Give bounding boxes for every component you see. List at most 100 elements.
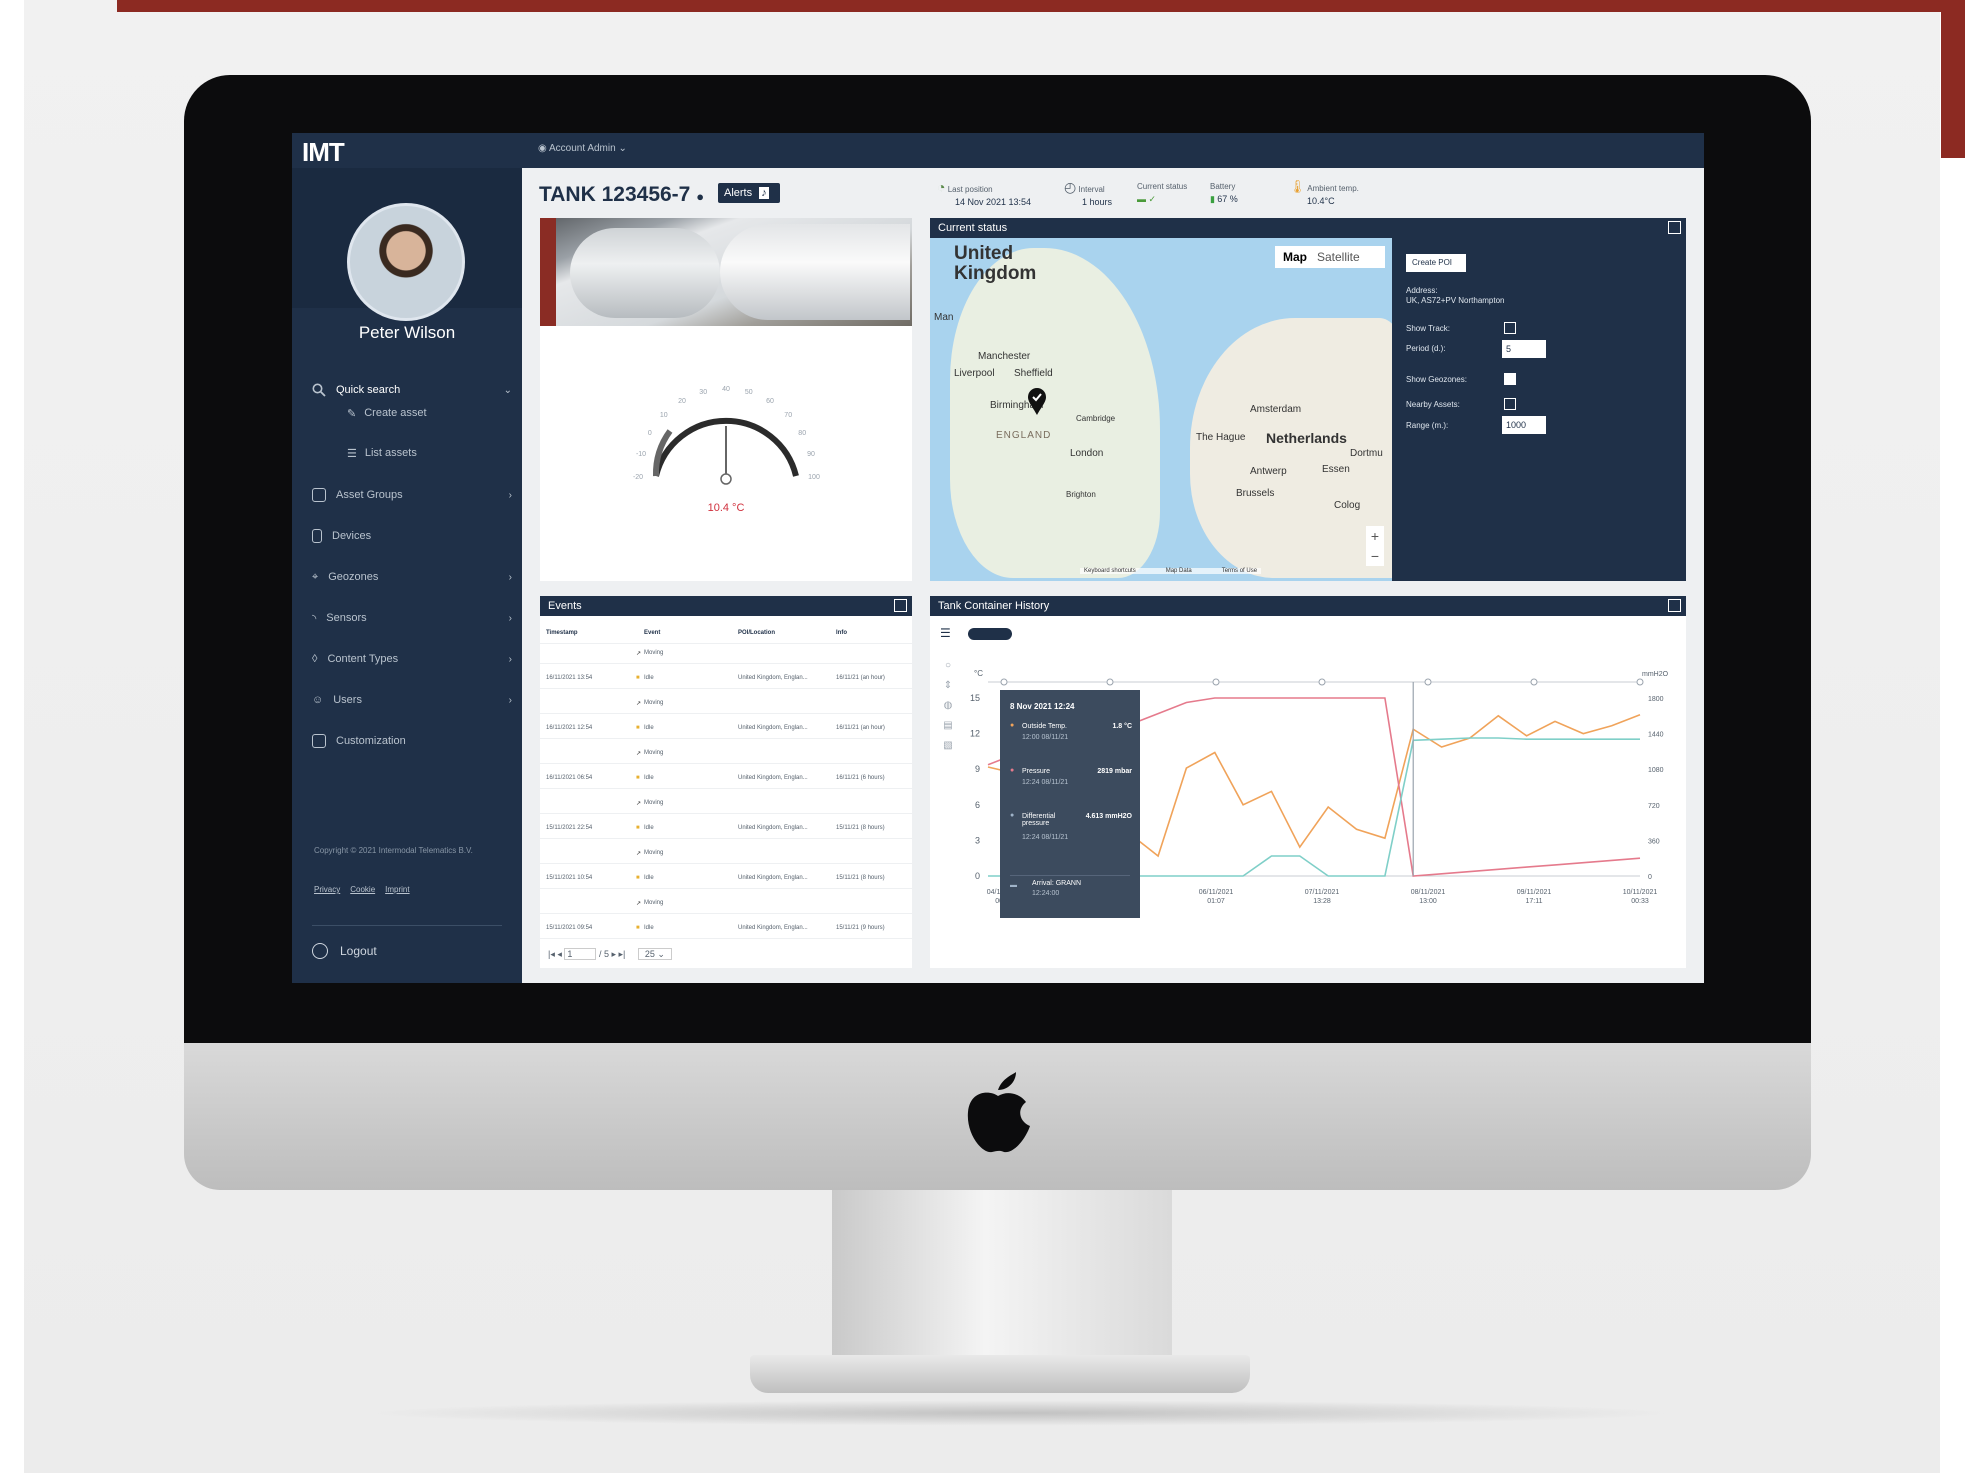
logout-button[interactable]: Logout xyxy=(312,943,377,959)
table-row[interactable]: Moving ↗ xyxy=(540,744,912,764)
column-header[interactable]: Event xyxy=(644,630,660,636)
sidebar-item-customization[interactable]: Customization xyxy=(312,729,512,753)
sidebar-item-list-assets[interactable]: ☰ List assets xyxy=(347,442,517,464)
table-row[interactable]: Moving ↗ xyxy=(540,644,912,664)
create-poi-button[interactable]: Create POI ⌖ xyxy=(1406,254,1466,285)
menu-icon[interactable]: ☰ xyxy=(940,626,951,640)
column-header[interactable]: Timestamp xyxy=(546,630,578,636)
table-row[interactable]: Moving ↗ xyxy=(540,694,912,714)
expand-icon[interactable] xyxy=(1668,221,1681,234)
terms-link[interactable]: Terms of Use xyxy=(1222,568,1257,574)
table-row[interactable]: 16/11/2021 13:54 Idle United Kingdom, Engl… xyxy=(540,669,912,689)
column-header[interactable]: POI/Location xyxy=(738,630,775,636)
cell-info: 15/11/21 (9 hours) xyxy=(836,925,885,931)
series-marker-icon: ● xyxy=(1010,812,1015,819)
map[interactable]: United Kingdom Man Manchester Liverpool … xyxy=(930,238,1392,581)
cell-location: United Kingdom, Englan... xyxy=(738,925,808,931)
idle-icon: ■ xyxy=(636,775,640,781)
prev-page-button[interactable]: ◂ xyxy=(557,949,562,959)
map-label: Brussels xyxy=(1236,488,1275,499)
app-logo[interactable]: IMT xyxy=(302,137,345,168)
nearby-assets-label: Nearby Assets: xyxy=(1406,400,1460,409)
cell-event: Moving xyxy=(644,850,664,856)
info-icon[interactable]: ● xyxy=(696,189,704,204)
table-row[interactable]: 16/11/2021 12:54 Idle United Kingdom, Engl… xyxy=(540,719,912,739)
tooltip-footer-label: Arrival: GRANN xyxy=(1032,880,1082,887)
table-row[interactable]: 15/11/2021 10:54 Idle United Kingdom, Engl… xyxy=(540,869,912,889)
idle-icon: ■ xyxy=(636,875,640,881)
tooltip-value: 2819 mbar xyxy=(1097,768,1132,775)
table-row[interactable]: 15/11/2021 22:54 Idle United Kingdom, Engl… xyxy=(540,819,912,839)
zoom-out-button[interactable]: − xyxy=(1366,546,1384,566)
tank-frame xyxy=(540,218,556,326)
zoom-in-button[interactable]: + xyxy=(1366,526,1384,546)
map-label: London xyxy=(1070,448,1104,459)
navigator-handle xyxy=(1424,678,1432,686)
account-menu[interactable]: ◉ Account Admin ⌄ xyxy=(538,143,627,154)
page-input[interactable]: 1 xyxy=(564,948,597,960)
map-data-link[interactable]: Map Data xyxy=(1166,568,1192,574)
stat-label: Interval xyxy=(1078,185,1105,194)
satellite-button[interactable]: Satellite xyxy=(1317,250,1360,264)
temperature-gauge: -20 -10 0 10 20 30 40 50 60 70 80 90 100 10.4 °C xyxy=(633,386,820,514)
sidebar-item-asset-groups[interactable]: Asset Groups › xyxy=(312,483,512,507)
y-tick-label: 6 xyxy=(975,800,980,810)
keyboard-shortcuts-link[interactable]: Keyboard shortcuts xyxy=(1084,568,1136,574)
map-label: ENGLAND xyxy=(996,430,1052,441)
cell-event: Idle xyxy=(644,675,654,681)
period-input[interactable]: 5 xyxy=(1502,340,1546,358)
column-header[interactable]: Info xyxy=(836,630,847,636)
cell-location: United Kingdom, Englan... xyxy=(738,725,808,731)
show-track-checkbox[interactable] xyxy=(1504,322,1516,334)
gauge-tick-label: 50 xyxy=(745,389,753,396)
table-row[interactable]: 16/11/2021 06:54 Idle United Kingdom, Engl… xyxy=(540,769,912,789)
navigator-handle xyxy=(1106,678,1114,686)
gauge-tick-label: 80 xyxy=(798,430,806,437)
last-page-button[interactable]: ▸| xyxy=(619,949,626,959)
page-size-select[interactable]: 25 ⌄ xyxy=(637,948,672,960)
cell-event: Moving xyxy=(644,900,664,906)
expand-icon[interactable] xyxy=(1668,599,1681,612)
imprint-link[interactable]: Imprint xyxy=(385,885,409,894)
first-page-button[interactable]: |◂ xyxy=(548,949,555,959)
sidebar-item-content-types[interactable]: ◊ Content Types › xyxy=(312,647,512,671)
tooltip-label: Differential pressure xyxy=(1022,813,1056,827)
alerts-button[interactable]: Alerts ♪ xyxy=(718,183,780,203)
gauge-tick-label: 60 xyxy=(766,398,774,405)
map-label: Dortmu xyxy=(1350,448,1383,459)
map-button[interactable]: Map xyxy=(1283,250,1307,264)
chart-toggle[interactable] xyxy=(968,628,1012,640)
asset-photo xyxy=(540,218,912,326)
nearby-assets-checkbox[interactable] xyxy=(1504,398,1516,410)
sidebar-item-users[interactable]: ☺ Users › xyxy=(312,688,512,712)
gauge-tick-label: 90 xyxy=(807,451,815,458)
table-row[interactable]: Moving ↗ xyxy=(540,794,912,814)
map-land-uk xyxy=(950,248,1160,578)
top-navbar: ◉ Account Admin ⌄ xyxy=(522,133,1704,168)
moving-icon: ↗ xyxy=(636,751,642,757)
table-row[interactable]: 15/11/2021 09:54 Idle United Kingdom, Engl… xyxy=(540,919,912,939)
privacy-link[interactable]: Privacy xyxy=(314,885,340,894)
y-right-tick-label: 0 xyxy=(1648,874,1652,881)
avatar[interactable] xyxy=(347,203,465,321)
map-pin-icon[interactable] xyxy=(1026,388,1048,416)
x-tick-label: 10/11/2021 00:33 xyxy=(1623,889,1658,905)
next-page-button[interactable]: ▸ xyxy=(611,949,616,959)
sidebar-item-quick-search[interactable]: Quick search ⌄ xyxy=(312,378,512,402)
cell-info: 16/11/21 (6 hours) xyxy=(836,775,885,781)
sidebar-item-create-asset[interactable]: ✎ Create asset xyxy=(347,402,517,424)
range-input[interactable]: 1000 xyxy=(1502,416,1546,434)
sidebar-item-sensors[interactable]: ◝ Sensors › xyxy=(312,606,512,630)
expand-icon[interactable] xyxy=(894,599,907,612)
table-row[interactable]: Moving ↗ xyxy=(540,844,912,864)
stat-current-status: Current status ▬ ✓ xyxy=(1137,181,1187,206)
y-tick-label: 15 xyxy=(970,693,980,703)
series-marker-icon: ● xyxy=(1010,722,1015,729)
cookie-link[interactable]: Cookie xyxy=(350,885,375,894)
table-row[interactable]: Moving ↗ xyxy=(540,894,912,914)
sidebar-item-geozones[interactable]: ⌖ Geozones › xyxy=(312,565,512,589)
show-geozones-checkbox[interactable] xyxy=(1504,373,1516,385)
sidebar-item-devices[interactable]: Devices xyxy=(312,524,512,548)
navigator-handle xyxy=(1212,678,1220,686)
device-icon xyxy=(312,529,322,543)
